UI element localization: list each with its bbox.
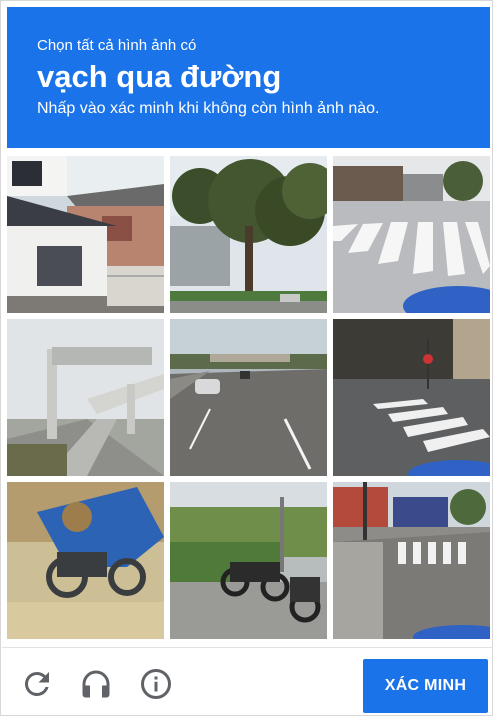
info-icon[interactable] bbox=[138, 666, 174, 702]
image-tile-2[interactable] bbox=[170, 156, 327, 313]
image-tile-3[interactable] bbox=[333, 156, 490, 313]
tile-image-motorcycle-tarp bbox=[7, 482, 164, 639]
image-tile-9[interactable] bbox=[333, 482, 490, 639]
image-tile-1[interactable] bbox=[7, 156, 164, 313]
image-tile-4[interactable] bbox=[7, 319, 164, 476]
tile-image-crosswalk-town bbox=[333, 482, 490, 639]
tile-image-house bbox=[7, 156, 164, 313]
challenge-header: Chọn tất cả hình ảnh có vạch qua đường N… bbox=[7, 7, 490, 148]
image-tile-8[interactable] bbox=[170, 482, 327, 639]
headphones-icon[interactable] bbox=[78, 666, 114, 702]
reload-icon[interactable] bbox=[19, 666, 55, 702]
captcha-frame: Chọn tất cả hình ảnh có vạch qua đường N… bbox=[0, 0, 493, 716]
image-grid bbox=[7, 156, 490, 639]
image-tile-5[interactable] bbox=[170, 319, 327, 476]
tile-image-crosswalk-wall bbox=[333, 319, 490, 476]
verify-button[interactable]: XÁC MINH bbox=[363, 659, 488, 713]
challenge-hint: Nhấp vào xác minh khi không còn hình ảnh… bbox=[37, 100, 380, 117]
tile-image-highway-cars bbox=[170, 319, 327, 476]
challenge-prompt: Chọn tất cả hình ảnh có bbox=[37, 37, 197, 54]
tile-image-highway-overpass bbox=[7, 319, 164, 476]
tile-image-trees bbox=[170, 156, 327, 313]
tile-image-crosswalk-intersection bbox=[333, 156, 490, 313]
captcha-footer: XÁC MINH bbox=[2, 647, 493, 715]
image-tile-6[interactable] bbox=[333, 319, 490, 476]
image-tile-7[interactable] bbox=[7, 482, 164, 639]
tile-image-parked-motorcycles bbox=[170, 482, 327, 639]
challenge-target: vạch qua đường bbox=[37, 59, 282, 94]
